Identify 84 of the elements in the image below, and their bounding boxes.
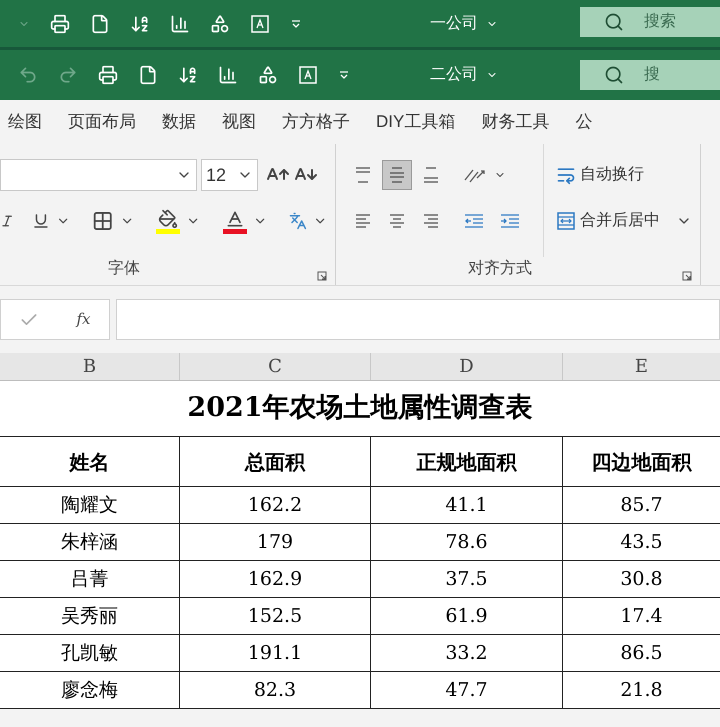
table-cell-text: 85.7	[619, 492, 664, 518]
table-cell: 37.5	[371, 561, 563, 597]
table-cell: 吴秀丽	[0, 598, 180, 634]
search-icon	[604, 12, 624, 32]
ribbon-tab[interactable]: 绘图	[8, 109, 42, 135]
group-label: 字体	[108, 258, 140, 279]
column-header[interactable]: C	[268, 353, 282, 380]
fill-color-icon[interactable]	[156, 208, 180, 234]
italic-icon[interactable]	[0, 213, 14, 229]
formula-field[interactable]	[116, 299, 720, 340]
new-file-icon[interactable]	[138, 65, 158, 85]
ribbon-tab[interactable]: 方方格子	[282, 109, 350, 135]
borders-icon[interactable]	[92, 209, 114, 233]
table-cell-text: 17.4	[619, 604, 664, 629]
group-label: 对齐方式	[468, 258, 532, 279]
font-color-icon[interactable]	[222, 208, 247, 234]
ribbon-tab[interactable]: 页面布局	[68, 109, 136, 135]
align-lines-icon	[421, 165, 441, 185]
table-cell: 82.3	[180, 672, 371, 708]
table-cell: 吕菁	[0, 561, 180, 597]
align-lines-icon	[387, 165, 407, 185]
merge-icon	[556, 211, 576, 231]
insert-function-icon[interactable]: fx	[76, 308, 90, 331]
column-header[interactable]: B	[82, 353, 96, 380]
font-size-field[interactable]: 12	[201, 159, 258, 191]
chart-icon[interactable]	[170, 14, 190, 34]
table-cell: 朱梓涵	[0, 524, 180, 560]
ribbon-tab[interactable]: 财务工具	[481, 109, 550, 135]
customize-icon[interactable]	[290, 18, 302, 30]
ribbon-tab[interactable]: 公	[575, 109, 592, 135]
table-cell: 廖念梅	[0, 672, 180, 708]
search-placeholder: 搜	[644, 64, 660, 85]
table-cell: 61.9	[371, 598, 563, 634]
shapes-icon[interactable]	[210, 14, 230, 34]
ribbon-tab[interactable]: 视图	[222, 109, 256, 135]
table-cell: 陶耀文	[0, 487, 180, 523]
ribbon-tab[interactable]: DIY工具箱	[376, 109, 456, 135]
print-preview-icon[interactable]	[98, 65, 118, 85]
middle-align-button[interactable]	[382, 160, 412, 190]
window-title[interactable]: 二公司	[430, 63, 478, 87]
font-name-field[interactable]	[0, 159, 197, 191]
table-cell: 33.2	[371, 635, 563, 671]
header-cell-text: 四边地面积	[590, 448, 693, 476]
window-title[interactable]: 一公司	[430, 12, 478, 36]
table-cell: 47.7	[371, 672, 563, 708]
search-placeholder: 搜索	[644, 12, 676, 32]
dialog-launcher-icon[interactable]	[317, 271, 327, 281]
chart-icon[interactable]	[218, 65, 238, 85]
table-cell: 41.1	[371, 487, 563, 523]
table-cell: 191.1	[180, 635, 371, 671]
new-file-icon[interactable]	[90, 14, 110, 34]
header-cell: 总面积	[180, 437, 371, 486]
wrap-text-button[interactable]: 自动换行	[556, 158, 692, 192]
table-cell: 孔凯敏	[0, 635, 180, 671]
table-cell-text: 21.8	[619, 678, 664, 703]
font-size-value: 12	[206, 164, 226, 186]
text-box-icon[interactable]	[298, 65, 318, 85]
phonetic-icon[interactable]	[288, 211, 307, 231]
table-cell: 162.9	[180, 561, 371, 597]
sort-icon[interactable]	[130, 14, 150, 34]
column-header[interactable]: E	[634, 353, 648, 380]
search-field[interactable]: 搜索	[580, 7, 720, 37]
table-cell-text: 43.5	[619, 530, 664, 555]
table-cell: 152.5	[180, 598, 371, 634]
search-field[interactable]: 搜	[580, 60, 720, 90]
column-header[interactable]: D	[459, 353, 474, 380]
sheet-title: 2021年农场土地属性调查表	[187, 391, 533, 426]
header-cell: 正规地面积	[371, 437, 563, 486]
table-cell-text: 86.5	[619, 640, 664, 666]
header-cell: 姓名	[0, 437, 180, 486]
search-icon	[604, 65, 624, 85]
table-cell-text: 30.8	[619, 566, 664, 592]
customize-icon[interactable]	[338, 69, 350, 81]
dialog-launcher-icon[interactable]	[682, 271, 692, 281]
text-box-icon[interactable]	[250, 14, 270, 34]
sort-icon[interactable]	[178, 65, 198, 85]
table-cell: 162.2	[180, 487, 371, 523]
merge-center-button[interactable]: 合并后居中	[556, 209, 660, 233]
shapes-icon[interactable]	[258, 65, 278, 85]
table-cell: 179	[180, 524, 371, 560]
ribbon-tab[interactable]: 数据	[162, 109, 196, 135]
align-lines-icon	[353, 165, 373, 185]
table-cell: 78.6	[371, 524, 563, 560]
print-preview-icon[interactable]	[50, 14, 70, 34]
